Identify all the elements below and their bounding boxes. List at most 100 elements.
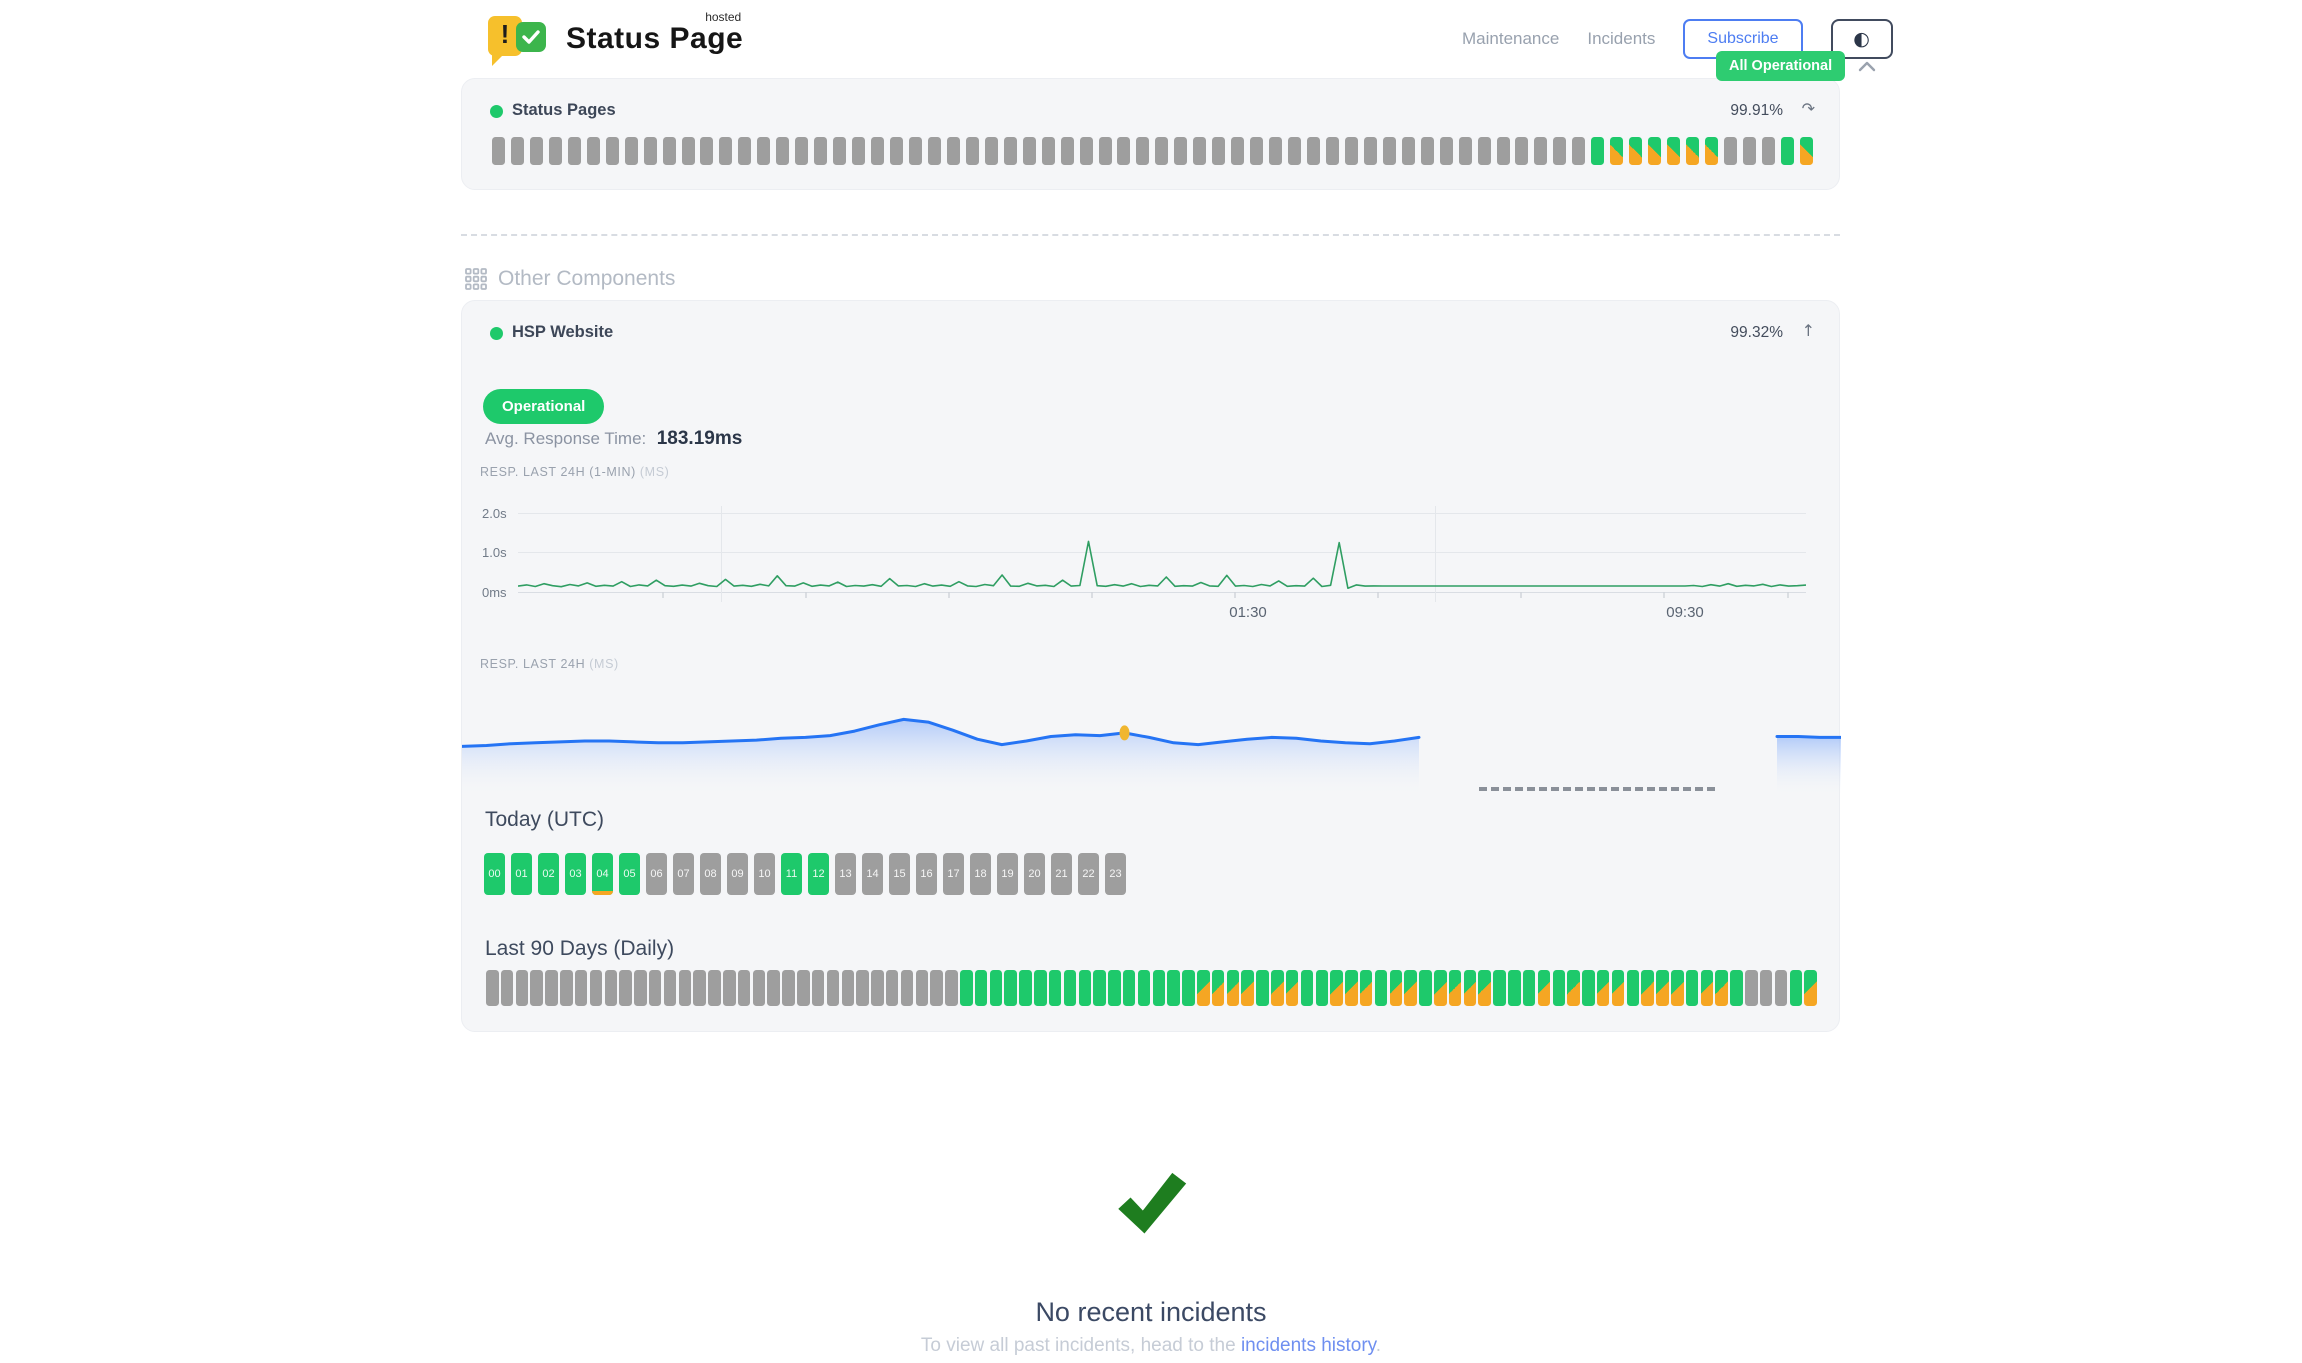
uptime-cell-gray — [1250, 137, 1263, 165]
uptime-cell-green — [960, 970, 973, 1006]
all-operational-badge[interactable]: All Operational — [1716, 51, 1845, 81]
uptime-cell-gray — [886, 970, 899, 1006]
uptime-cell-gray — [767, 970, 780, 1006]
uptime-cell-gray — [833, 137, 846, 165]
uptime-cell-gray — [575, 970, 588, 1006]
uptime-cell-gray — [723, 970, 736, 1006]
response-time-area-chart — [462, 691, 1841, 796]
avg-response-label: Avg. Response Time: — [485, 429, 646, 448]
uptime-cell-gray — [1421, 137, 1434, 165]
hsp-website-card: HSP Website 99.32% ↑ Operational Avg. Re… — [461, 300, 1840, 1032]
uptime-cell-gray — [664, 970, 677, 1006]
uptime-cell-split — [1434, 970, 1447, 1006]
uptime-cell-gray — [625, 137, 638, 165]
x-tick-0130: 01:30 — [1229, 604, 1267, 621]
uptime-cell-gray — [530, 137, 543, 165]
uptime-cell-green — [990, 970, 1003, 1006]
uptime-cell-green — [1730, 970, 1743, 1006]
other-components-title: Other Components — [498, 267, 675, 291]
component-row[interactable]: HSP Website 99.32% ↑ — [462, 301, 1839, 353]
chart1-caption: RESP. LAST 24H (1-MIN) (MS) — [480, 465, 669, 479]
uptime-cell-gray — [1345, 137, 1358, 165]
uptime-cell-green — [1790, 970, 1803, 1006]
big-check-icon — [1110, 1168, 1192, 1245]
y-tick-1s: 1.0s — [482, 545, 514, 560]
hour-block-01: 01 — [511, 853, 532, 895]
uptime-cell-gray — [856, 970, 869, 1006]
uptime-cell-gray — [1004, 137, 1017, 165]
uptime-cell-gray — [1572, 137, 1585, 165]
uptime-cell-gray — [549, 137, 562, 165]
line-chart-plot-area: 01:30 09:30 — [518, 506, 1806, 606]
uptime-cell-split — [1345, 970, 1358, 1006]
uptime-cell-green — [1419, 970, 1432, 1006]
x-tick-0930: 09:30 — [1666, 604, 1704, 621]
hour-block-15: 15 — [889, 853, 910, 895]
trend-curl-icon[interactable]: ↷ — [1802, 99, 1815, 118]
uptime-cell-split — [1701, 970, 1714, 1006]
uptime-cell-gray — [511, 137, 524, 165]
uptime-cell-split — [1715, 970, 1728, 1006]
hour-block-04: 04 — [592, 853, 613, 895]
highlight-dot — [1120, 725, 1130, 740]
uptime-cell-gray — [693, 970, 706, 1006]
uptime-cell-gray — [738, 137, 751, 165]
uptime-cell-gray — [1553, 137, 1566, 165]
uptime-cell-gray — [871, 970, 884, 1006]
uptime-cell-gray — [1745, 970, 1758, 1006]
uptime-cell-gray — [663, 137, 676, 165]
uptime-cell-green — [1582, 970, 1595, 1006]
uptime-cell-gray — [1478, 137, 1491, 165]
uptime-cell-gray — [568, 137, 581, 165]
uptime-cell-gray — [985, 137, 998, 165]
chevron-up-icon[interactable] — [1857, 60, 1877, 73]
uptime-cell-green — [1591, 137, 1604, 165]
uptime-cell-gray — [1515, 137, 1528, 165]
hour-block-23: 23 — [1105, 853, 1126, 895]
app-title-superscript: hosted — [705, 10, 741, 24]
nav-maintenance[interactable]: Maintenance — [1462, 29, 1559, 49]
uptime-cell-green — [1781, 137, 1794, 165]
uptime-cell-gray — [776, 137, 789, 165]
uptime-cell-split — [1286, 970, 1299, 1006]
uptime-cell-split — [1464, 970, 1477, 1006]
hour-block-07: 07 — [673, 853, 694, 895]
uptime-cell-split — [1648, 137, 1661, 165]
chart1-unit: (MS) — [640, 465, 669, 479]
uptime-cell-green — [1508, 970, 1521, 1006]
uptime-cell-green — [1064, 970, 1077, 1006]
incidents-history-link[interactable]: incidents history — [1241, 1335, 1376, 1356]
uptime-cell-gray — [738, 970, 751, 1006]
uptime-cell-gray — [1459, 137, 1472, 165]
uptime-cell-split — [1641, 970, 1654, 1006]
uptime-cell-gray — [909, 137, 922, 165]
last90-strip — [486, 970, 1817, 1006]
hour-block-11: 11 — [781, 853, 802, 895]
uptime-cell-split — [1567, 970, 1580, 1006]
uptime-cell-gray — [871, 137, 884, 165]
app-title: Status Page — [566, 22, 743, 55]
uptime-cell-green — [1108, 970, 1121, 1006]
uptime-cell-green — [1167, 970, 1180, 1006]
component-name: Status Pages — [512, 101, 616, 120]
uptime-cell-gray — [649, 970, 662, 1006]
logo-check-icon — [516, 22, 546, 52]
hour-block-19: 19 — [997, 853, 1018, 895]
uptime-cell-gray — [1402, 137, 1415, 165]
uptime-cell-gray — [1288, 137, 1301, 165]
uptime-cell-gray — [782, 970, 795, 1006]
nav-incidents[interactable]: Incidents — [1587, 29, 1655, 49]
y-tick-0ms: 0ms — [482, 585, 514, 600]
uptime-cell-gray — [605, 970, 618, 1006]
uptime-cell-split — [1390, 970, 1403, 1006]
uptime-cell-gray — [757, 137, 770, 165]
degraded-marker — [592, 891, 613, 895]
component-row[interactable]: Status Pages 99.91% ↷ — [462, 79, 1839, 131]
status-page-logo-icon: ! — [488, 14, 552, 64]
uptime-cell-gray — [795, 137, 808, 165]
uptime-cell-gray — [1042, 137, 1055, 165]
overall-status: All Operational — [1716, 51, 1877, 81]
uptime-cell-green — [1316, 970, 1329, 1006]
uptime-cell-green — [1301, 970, 1314, 1006]
uptime-cell-green — [1079, 970, 1092, 1006]
